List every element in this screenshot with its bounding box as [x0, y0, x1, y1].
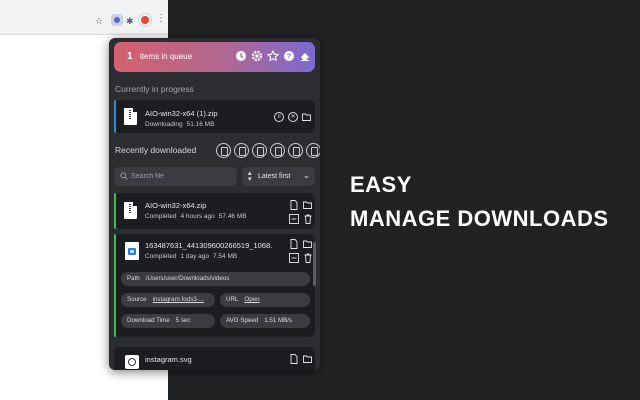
path-pill: Path/Users/user/Downloads/videos	[121, 272, 310, 286]
status-text: Completed	[145, 253, 177, 260]
queue-banner: 1 items in queue ?	[114, 42, 315, 72]
download-item[interactable]: AIO-win32-x64.zip Completed 4 hours ago 57…	[114, 193, 315, 229]
size-text: 57.46 MB	[218, 213, 247, 220]
cancel-icon[interactable]: ✕	[288, 112, 298, 122]
open-file-icon[interactable]	[289, 239, 299, 249]
scrollbar[interactable]	[313, 242, 316, 286]
delete-icon[interactable]	[303, 253, 313, 263]
progress-accent	[114, 100, 116, 133]
filter-archive-icon[interactable]	[288, 143, 303, 158]
download-item[interactable]: instagram.svg	[114, 347, 315, 370]
filter-image-icon[interactable]	[234, 143, 249, 158]
sort-select[interactable]: ▴ ▾ Latest first ⌄	[242, 167, 315, 186]
gear-icon[interactable]	[251, 50, 263, 62]
file-status: Completed 4 hours ago 57.46 MB	[145, 213, 251, 220]
file-status: Downloading 51.16 MB	[145, 121, 218, 128]
download-item-expanded[interactable]: 163487631_441309600266519_1068... Comple…	[114, 234, 315, 337]
avg-speed-label: AVG Speed	[226, 317, 259, 324]
open-folder-icon[interactable]	[303, 239, 313, 249]
search-input[interactable]	[131, 170, 231, 183]
open-folder-icon[interactable]	[303, 354, 313, 364]
time-text: 1 day ago	[180, 253, 209, 260]
collapse-icon[interactable]	[289, 214, 299, 224]
avg-speed-pill: AVG Speed 1.51 MB/s	[220, 314, 310, 328]
size-text: 51.16 MB	[186, 121, 215, 128]
open-folder-icon[interactable]	[302, 112, 312, 122]
svg-text:?: ?	[287, 54, 291, 61]
queue-count: 1	[127, 51, 133, 62]
zip-file-icon	[124, 202, 137, 219]
section-title-in-progress: Currently in progress	[115, 84, 194, 94]
filter-audio-icon[interactable]	[270, 143, 285, 158]
source-label: Source	[127, 296, 147, 303]
hero-title-easy: EASY	[350, 172, 412, 197]
source-link[interactable]: instagram.fods3-...	[153, 296, 204, 303]
pause-icon[interactable]: ॥	[274, 112, 284, 122]
hero-title-manage: MANAGE DOWNLOADS	[350, 206, 609, 231]
queue-label: items in queue	[140, 52, 193, 61]
size-text: 7.54 MB	[213, 253, 238, 260]
file-status: Completed 1 day ago 7.54 MB	[145, 253, 241, 260]
image-file-icon	[125, 242, 139, 260]
zip-file-icon	[124, 108, 137, 125]
more-menu-icon[interactable]: ⋮	[156, 13, 166, 24]
help-icon[interactable]: ?	[283, 50, 295, 62]
file-name: 163487631_441309600266519_1068...	[145, 241, 273, 250]
status-text: Downloading	[145, 121, 183, 128]
downloads-popup: 1 items in queue ? Currently in progress…	[109, 38, 320, 370]
star-icon[interactable]: ☆	[95, 16, 103, 26]
star-settings-icon[interactable]	[267, 50, 279, 62]
open-file-icon[interactable]	[289, 354, 299, 364]
download-time-value: 5 sec	[175, 317, 191, 324]
download-time-label: Download Time	[127, 317, 170, 324]
url-pill: URL Open	[220, 293, 310, 307]
profile-avatar[interactable]	[139, 14, 151, 26]
browser-toolbar: ☆ ✱ ⋮	[0, 0, 168, 34]
in-progress-card: AIO-win32-x64 (1).zip Downloading 51.16 M…	[114, 100, 315, 133]
path-value: /Users/user/Downloads/videos	[145, 275, 230, 282]
filter-other-icon[interactable]	[306, 143, 320, 158]
clock-icon[interactable]	[235, 50, 247, 62]
time-text: 4 hours ago	[180, 213, 215, 220]
url-label: URL	[226, 296, 239, 303]
search-icon	[120, 172, 128, 180]
path-label: Path	[127, 275, 140, 282]
open-file-icon[interactable]	[289, 200, 299, 210]
collapse-icon[interactable]	[289, 253, 299, 263]
sort-icon: ▴ ▾	[248, 170, 252, 183]
sort-label: Latest first	[258, 173, 291, 180]
file-name: AIO-win32-x64 (1).zip	[145, 109, 218, 118]
source-pill: Source instagram.fods3-...	[121, 293, 215, 307]
completed-accent	[114, 193, 116, 229]
file-name: AIO-win32-x64.zip	[145, 201, 207, 210]
file-name: instagram.svg	[145, 355, 192, 364]
avg-speed-value: 1.51 MB/s	[264, 317, 293, 324]
puzzle-icon[interactable]: ✱	[126, 16, 134, 26]
url-open-link[interactable]: Open	[244, 296, 259, 303]
completed-accent	[114, 234, 116, 337]
open-folder-icon[interactable]	[303, 200, 313, 210]
eraser-icon[interactable]	[299, 50, 311, 62]
delete-icon[interactable]	[303, 214, 313, 224]
section-title-recent: Recently downloaded	[115, 145, 197, 155]
extension-active-icon[interactable]	[111, 14, 123, 26]
chevron-down-icon: ⌄	[303, 171, 310, 180]
filter-document-icon[interactable]	[216, 143, 231, 158]
status-text: Completed	[145, 213, 177, 220]
search-box	[114, 167, 237, 186]
svg-file-icon	[125, 355, 139, 369]
download-time-pill: Download Time 5 sec	[121, 314, 215, 328]
filter-video-icon[interactable]	[252, 143, 267, 158]
